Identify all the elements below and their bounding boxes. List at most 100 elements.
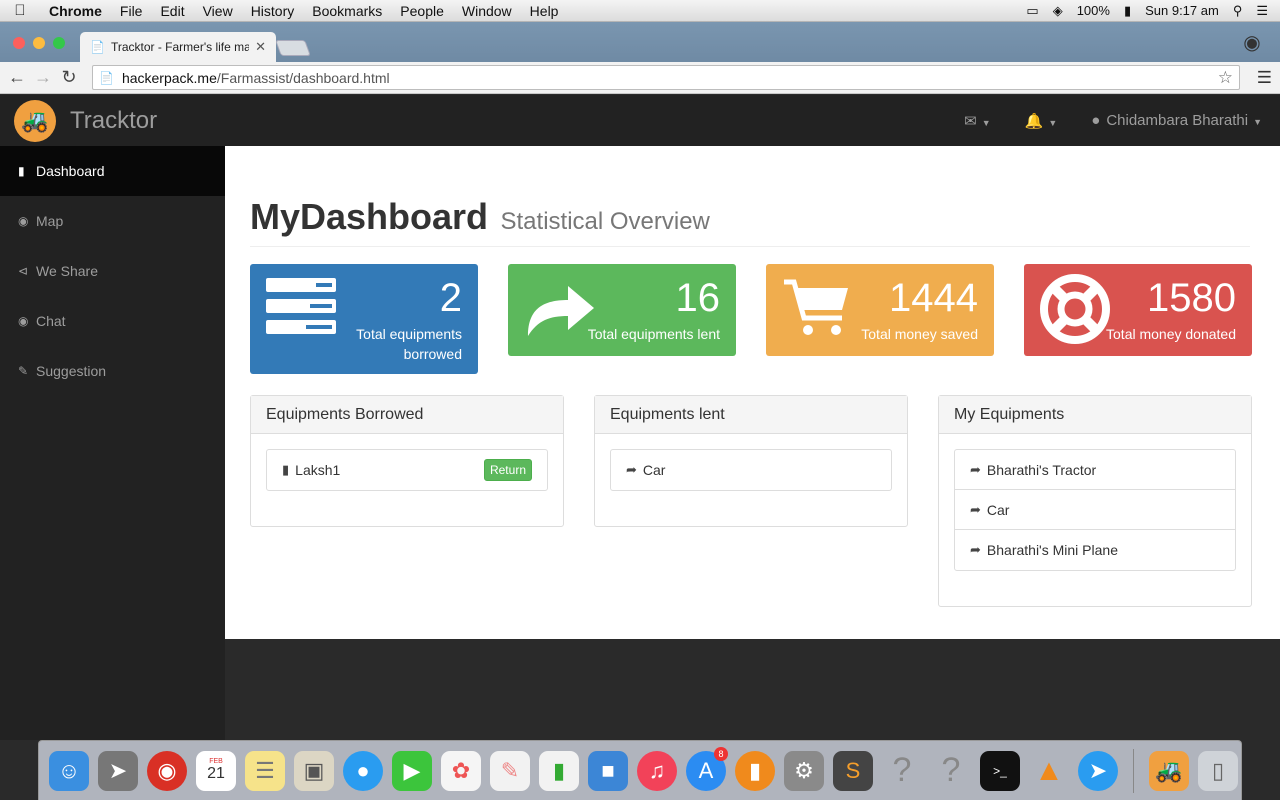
notification-center-icon[interactable]: ☰ bbox=[1256, 3, 1268, 19]
terminal-icon[interactable]: >_ bbox=[980, 750, 1020, 791]
new-tab-button[interactable] bbox=[275, 40, 311, 56]
menu-people[interactable]: People bbox=[391, 3, 453, 19]
bell-icon: 🔔 bbox=[1024, 112, 1044, 130]
keynote-icon[interactable]: ■ bbox=[588, 750, 628, 791]
sidebar-item-we-share[interactable]: ⊲ We Share bbox=[0, 246, 225, 296]
menu-bookmarks[interactable]: Bookmarks bbox=[303, 3, 391, 19]
preview-icon[interactable]: ▣ bbox=[294, 750, 334, 791]
menu-app-name[interactable]: Chrome bbox=[40, 3, 111, 19]
bookmark-star-icon[interactable]: ☆ bbox=[1218, 68, 1233, 88]
menu-view[interactable]: View bbox=[194, 3, 242, 19]
list-item[interactable]: ➦ Bharathi's Tractor bbox=[955, 450, 1235, 490]
sidebar-item-suggestion[interactable]: ✎ Suggestion bbox=[0, 346, 225, 396]
reload-icon[interactable]: ↻ bbox=[56, 67, 82, 88]
browser-toolbar: ← → ↻ 📄 hackerpack.me/Farmassist/dashboa… bbox=[0, 62, 1280, 94]
trash-icon[interactable]: ▯ bbox=[1198, 750, 1238, 791]
unknown-app-icon[interactable]: ? bbox=[931, 751, 971, 791]
calendar-icon[interactable]: FEB 21 bbox=[196, 750, 236, 791]
envelope-icon: ✉ bbox=[964, 112, 977, 130]
stat-value: 1580 bbox=[1147, 276, 1236, 320]
user-icon: ● bbox=[1091, 112, 1101, 129]
browser-tab-strip: 📄 Tracktor - Farmer's life ma ✕ ◉ bbox=[0, 22, 1280, 62]
chrome-icon[interactable]: ◉ bbox=[147, 750, 187, 791]
equipment-name: Laksh1 bbox=[295, 462, 341, 478]
tractor-logo-icon[interactable]: 🚜 bbox=[14, 100, 56, 142]
vlc-icon[interactable]: ▲ bbox=[1029, 751, 1069, 791]
panel-title: Equipments lent bbox=[595, 396, 907, 434]
menu-history[interactable]: History bbox=[242, 3, 304, 19]
sidebar-item-dashboard[interactable]: ▮ Dashboard bbox=[0, 146, 225, 196]
sidebar-item-map[interactable]: ◉ Map bbox=[0, 196, 225, 246]
back-icon[interactable]: ← bbox=[4, 67, 30, 88]
numbers-icon[interactable]: ▮ bbox=[539, 750, 579, 791]
panel-title: My Equipments bbox=[939, 396, 1251, 434]
sidebar-item-label: Dashboard bbox=[36, 163, 105, 179]
clock[interactable]: Sun 9:17 am bbox=[1145, 3, 1219, 18]
equipment-name: Car bbox=[642, 462, 666, 478]
share-arrow-icon: ➦ bbox=[970, 461, 981, 477]
notes-icon[interactable]: ☰ bbox=[245, 750, 285, 791]
panel-title: Equipments Borrowed bbox=[251, 396, 563, 434]
stat-card-lent[interactable]: 16 Total equipments lent bbox=[508, 264, 736, 356]
sublime-text-icon[interactable]: S bbox=[833, 750, 873, 791]
panel-my-equipments: My Equipments ➦ Bharathi's Tractor ➦ Car… bbox=[938, 395, 1252, 607]
return-button[interactable]: Return bbox=[483, 459, 532, 481]
menu-window[interactable]: Window bbox=[453, 3, 521, 19]
facetime-icon[interactable]: ▶ bbox=[392, 750, 432, 791]
launchpad-icon[interactable]: ➤ bbox=[98, 750, 138, 791]
menu-file[interactable]: File bbox=[111, 3, 152, 19]
itunes-icon[interactable]: ♫ bbox=[637, 750, 677, 791]
stat-card-borrowed[interactable]: 2 Total equipments borrowed bbox=[250, 264, 478, 374]
tab-title: Tracktor - Farmer's life ma bbox=[110, 40, 250, 54]
tab-close-icon[interactable]: ✕ bbox=[255, 39, 266, 55]
forward-icon[interactable]: → bbox=[30, 67, 56, 88]
finder-icon[interactable]: ☺ bbox=[49, 750, 89, 791]
list-item[interactable]: ➦ Car bbox=[955, 490, 1235, 530]
browser-tab[interactable]: 📄 Tracktor - Farmer's life ma ✕ bbox=[80, 32, 276, 62]
unknown-app-icon[interactable]: ? bbox=[882, 751, 922, 791]
sidebar-item-chat[interactable]: ◉ Chat bbox=[0, 296, 225, 346]
apple-icon[interactable]:  bbox=[0, 2, 40, 19]
close-window-button[interactable] bbox=[13, 37, 25, 49]
spotlight-search-icon[interactable]: ⚲ bbox=[1233, 3, 1243, 19]
stat-card-donated[interactable]: 1580 Total money donated bbox=[1024, 264, 1252, 356]
chrome-menu-icon[interactable]: ☰ bbox=[1257, 68, 1272, 88]
borrowed-list: ▮ Laksh1 Return bbox=[266, 449, 548, 491]
sidebar: ▮ Dashboard ◉ Map ⊲ We Share ◉ Chat ✎ Su… bbox=[0, 146, 225, 740]
app-store-badge: 8 bbox=[714, 746, 728, 761]
user-name: Chidambara Bharathi bbox=[1106, 112, 1249, 129]
airplay-icon[interactable]: ▭ bbox=[1026, 3, 1038, 19]
ibooks-icon[interactable]: ▮ bbox=[735, 750, 775, 791]
pages-icon[interactable]: ✎ bbox=[490, 750, 530, 791]
messages-dropdown[interactable]: ✉ ▼ bbox=[964, 112, 991, 130]
list-item[interactable]: ▮ Laksh1 Return bbox=[267, 450, 547, 490]
safari-icon[interactable]: ➤ bbox=[1078, 750, 1118, 791]
macos-dock: ☺ ➤ ◉ FEB 21 ☰ ▣ ● ▶ ✿ ✎ ▮ ■ ♫ A8 ▮ ⚙ S ?… bbox=[38, 740, 1242, 800]
zoom-window-button[interactable] bbox=[53, 37, 65, 49]
list-item[interactable]: ➦ Bharathi's Mini Plane bbox=[955, 530, 1235, 570]
caret-down-icon: ▼ bbox=[1048, 117, 1058, 128]
menu-help[interactable]: Help bbox=[521, 3, 568, 19]
tracktor-app-icon[interactable]: 🚜 bbox=[1149, 750, 1189, 791]
app-store-icon[interactable]: A8 bbox=[686, 746, 728, 791]
battery-icon[interactable]: ▮ bbox=[1124, 3, 1131, 19]
alerts-dropdown[interactable]: 🔔 ▼ bbox=[1025, 112, 1058, 130]
sidebar-item-label: We Share bbox=[36, 263, 98, 279]
user-dropdown[interactable]: ● Chidambara Bharathi ▼ bbox=[1091, 112, 1262, 129]
system-preferences-icon[interactable]: ⚙ bbox=[784, 750, 824, 791]
brand-name[interactable]: Tracktor bbox=[70, 107, 157, 135]
url-host: hackerpack.me bbox=[121, 69, 217, 86]
sidebar-item-label: Chat bbox=[36, 313, 66, 329]
messages-icon[interactable]: ● bbox=[343, 750, 383, 791]
battery-percent[interactable]: 100% bbox=[1077, 3, 1110, 18]
stat-card-saved[interactable]: 1444 Total money saved bbox=[766, 264, 994, 356]
photos-icon[interactable]: ✿ bbox=[441, 750, 481, 791]
address-bar[interactable]: 📄 hackerpack.me/Farmassist/dashboard.htm… bbox=[92, 65, 1240, 90]
pencil-icon: ✎ bbox=[18, 364, 29, 378]
equipment-name: Car bbox=[986, 501, 1010, 518]
list-item[interactable]: ➦ Car bbox=[611, 450, 891, 490]
minimize-window-button[interactable] bbox=[33, 37, 45, 49]
stat-value: 16 bbox=[675, 276, 721, 320]
wifi-icon[interactable]: ◈ bbox=[1053, 3, 1063, 19]
menu-edit[interactable]: Edit bbox=[151, 3, 193, 19]
